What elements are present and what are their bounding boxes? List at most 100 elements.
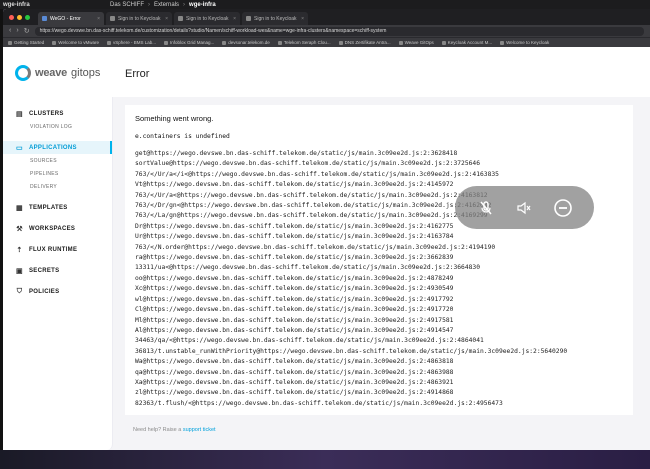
app-header: weave gitops Error: [3, 47, 650, 97]
error-message: e.containers is undefined: [135, 133, 230, 140]
sidebar-item-violation-log[interactable]: VIOLATION LOG: [3, 120, 112, 133]
bookmark-icon: [338, 40, 343, 45]
sidebar-item-clusters[interactable]: ▤ CLUSTERS: [3, 107, 112, 120]
bookmark-item[interactable]: Infoblox Grid Manag...: [164, 40, 214, 45]
browser-tab[interactable]: Sign in to Keycloak ×: [174, 12, 240, 25]
stack-line: Cl@https://wego.devswe.bn.das-schiff.tel…: [135, 306, 454, 314]
stack-line: Xa@https://wego.devswe.bn.das-schiff.tel…: [135, 378, 454, 386]
maximize-window-button[interactable]: [25, 14, 30, 20]
flux-runtime-icon: ⇡: [16, 246, 23, 254]
stack-line: 36813/t.unstable_runWithPriority@https:/…: [135, 347, 568, 355]
bookmark-icon: [222, 40, 227, 45]
applications-icon: ▭: [16, 144, 23, 152]
path-segment-2[interactable]: Externals: [154, 2, 179, 8]
sidebar-item-label: POLICIES: [29, 288, 60, 295]
bookmark-icon: [277, 40, 282, 45]
path-segment-1[interactable]: Das SCHIFF: [110, 2, 144, 8]
tab-favicon-icon: [110, 16, 115, 21]
sidebar-item-sources[interactable]: SOURCES: [3, 154, 112, 167]
close-window-button[interactable]: [9, 14, 14, 20]
close-tab-icon[interactable]: ×: [165, 16, 168, 22]
address-input[interactable]: https://wego.devswe.bn.das-schiff.teleko…: [34, 26, 644, 36]
stack-line: 13311/ua<@https://wego.devswe.bn.das-sch…: [135, 264, 480, 272]
stack-line: Al@https://wego.devswe.bn.das-schiff.tel…: [135, 326, 454, 334]
tab-label: Sign in to Keycloak: [186, 15, 229, 22]
stack-line: Ml@https://wego.devswe.bn.das-schiff.tel…: [135, 316, 454, 324]
bookmark-item[interactable]: DNS Zertifikate Antra...: [338, 40, 391, 45]
bookmark-item[interactable]: Getting Started: [8, 40, 44, 45]
bookmark-icon: [398, 40, 403, 45]
tab-label: Sign in to Keycloak: [254, 15, 297, 22]
path-segment-3[interactable]: wge-infra: [189, 2, 216, 8]
stack-line: 763/</Ur/a</i<@https://wego.devswe.bn.da…: [135, 170, 499, 178]
stack-line: qa@https://wego.devswe.bn.das-schiff.tel…: [135, 368, 454, 376]
sidebar-item-applications[interactable]: ▭ APPLICATIONS: [3, 141, 112, 154]
sidebar-item-label: CLUSTERS: [29, 110, 64, 117]
sidebar-item-label: FLUX RUNTIME: [29, 246, 78, 253]
sidebar-item-policies[interactable]: ⛉ POLICIES: [3, 285, 112, 298]
sidebar-item-delivery[interactable]: DELIVERY: [3, 180, 112, 193]
clusters-icon: ▤: [16, 110, 23, 118]
outer-window-titlebar: wge-infra Das SCHIFF › Externals › wge-i…: [0, 0, 650, 9]
forward-icon[interactable]: ›: [16, 27, 18, 35]
templates-icon: ▦: [16, 204, 23, 212]
minimize-window-button[interactable]: [17, 14, 22, 20]
error-heading: Something went wrong.: [135, 114, 214, 123]
outer-window-title: wge-infra: [3, 1, 30, 8]
sidebar-item-pipelines[interactable]: PIPELINES: [3, 167, 112, 180]
bookmarks-bar: Getting Started Welcome to vMware vSpher…: [3, 37, 650, 47]
sidebar-item-label: APPLICATIONS: [29, 144, 77, 151]
sidebar-item-workspaces[interactable]: ⚒ WORKSPACES: [3, 222, 112, 235]
bookmark-item[interactable]: devsonar.telekom.de: [222, 40, 270, 45]
back-icon[interactable]: ‹: [9, 27, 11, 35]
browser-window: WeGO - Error × Sign in to Keycloak × Sig…: [3, 9, 650, 450]
url-bar: ‹ › ↻ https://wego.devswe.bn.das-schiff.…: [3, 25, 650, 37]
sound-off-icon[interactable]: [514, 198, 534, 218]
bookmark-icon: [164, 40, 168, 45]
tab-favicon-icon: [246, 16, 251, 21]
sidebar-item-templates[interactable]: ▦ TEMPLATES: [3, 201, 112, 214]
tab-label: Sign in to Keycloak: [118, 15, 161, 22]
bookmark-item[interactable]: Keycloak Account M...: [441, 40, 492, 45]
tab-label: WeGO - Error: [50, 15, 81, 22]
bookmark-item[interactable]: Welcome to Keycloak: [500, 40, 549, 45]
outer-window-path: Das SCHIFF › Externals › wge-infra: [110, 1, 216, 8]
stack-line: oo@https://wego.devswe.bn.das-schiff.tel…: [135, 274, 454, 282]
stack-line: Ur@https://wego.devswe.bn.das-schiff.tel…: [135, 233, 454, 241]
browser-tab[interactable]: WeGO - Error ×: [38, 12, 104, 25]
mic-off-icon[interactable]: [476, 198, 496, 218]
stack-line: zl@https://wego.devswe.bn.das-schiff.tel…: [135, 389, 454, 397]
bookmark-icon: [441, 40, 446, 45]
bookmark-icon: [52, 40, 57, 45]
error-panel: Something went wrong. e.containers is un…: [125, 105, 633, 415]
sidebar-item-label: WORKSPACES: [29, 225, 76, 232]
policies-icon: ⛉: [16, 287, 23, 295]
tab-favicon-icon: [42, 16, 47, 21]
close-tab-icon[interactable]: ×: [97, 16, 100, 22]
sidebar-item-label: SECRETS: [29, 267, 60, 274]
bookmark-item[interactable]: Telekom Seraph Clou...: [277, 40, 331, 45]
support-ticket-link[interactable]: support ticket: [183, 427, 216, 433]
page-title: Error: [125, 68, 150, 80]
desktop-dock-strip: [0, 450, 650, 469]
close-tab-icon[interactable]: ×: [233, 16, 236, 22]
app-page: weave gitops Error ▤ CLUSTERS VIOLATION L…: [3, 47, 650, 450]
main-content: Something went wrong. e.containers is un…: [121, 97, 650, 450]
reload-icon[interactable]: ↻: [24, 27, 30, 35]
stack-line: get@https://wego.devswe.bn.das-schiff.te…: [135, 150, 458, 157]
sidebar-item-flux-runtime[interactable]: ⇡ FLUX RUNTIME: [3, 243, 112, 256]
logo-text-weave: weave: [35, 67, 68, 79]
sidebar-item-secrets[interactable]: ▣ SECRETS: [3, 264, 112, 277]
minus-circle-icon[interactable]: [553, 198, 573, 218]
browser-tab[interactable]: Sign in to Keycloak ×: [106, 12, 172, 25]
weave-gitops-logo[interactable]: weave gitops: [15, 65, 100, 81]
bookmark-item[interactable]: Weave GitOps: [398, 40, 434, 45]
bookmark-item[interactable]: Welcome to vMware: [52, 40, 99, 45]
secrets-icon: ▣: [16, 267, 23, 275]
workspaces-icon: ⚒: [16, 225, 23, 233]
sidebar-item-label: TEMPLATES: [29, 204, 68, 211]
close-tab-icon[interactable]: ×: [301, 16, 304, 22]
browser-tab[interactable]: Sign in to Keycloak ×: [242, 12, 308, 25]
sidebar: ▤ CLUSTERS VIOLATION LOG ▭ APPLICATIONS …: [3, 97, 113, 450]
bookmark-item[interactable]: vSphere - BMS Lab...: [106, 40, 156, 45]
